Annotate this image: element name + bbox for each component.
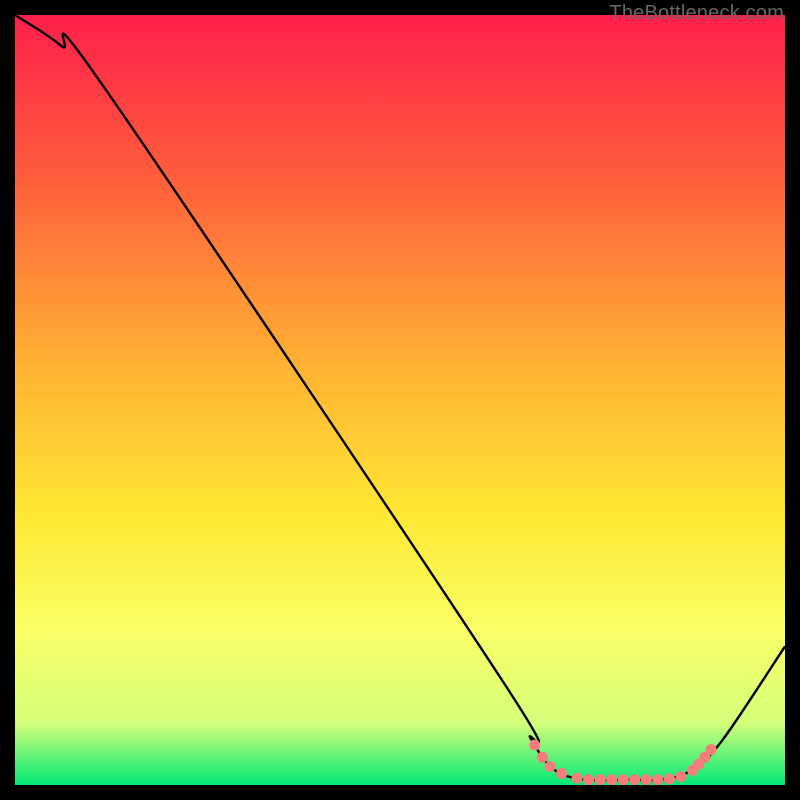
marker-dot	[706, 744, 717, 755]
marker-dot	[618, 774, 629, 785]
marker-dot	[641, 774, 652, 785]
marker-dot	[606, 774, 617, 785]
watermark-text: TheBottleneck.com	[609, 2, 784, 25]
chart-background	[15, 15, 785, 785]
marker-dot	[676, 771, 687, 782]
marker-dot	[583, 774, 594, 785]
marker-dot	[556, 768, 567, 779]
marker-dot	[652, 774, 663, 785]
chart-frame	[15, 15, 785, 785]
marker-dot	[545, 761, 556, 772]
marker-dot	[537, 752, 548, 763]
marker-dot	[595, 774, 606, 785]
marker-dot	[629, 774, 640, 785]
marker-dot	[572, 773, 583, 784]
marker-dot	[664, 773, 675, 784]
marker-dot	[529, 739, 540, 750]
bottleneck-chart	[15, 15, 785, 785]
